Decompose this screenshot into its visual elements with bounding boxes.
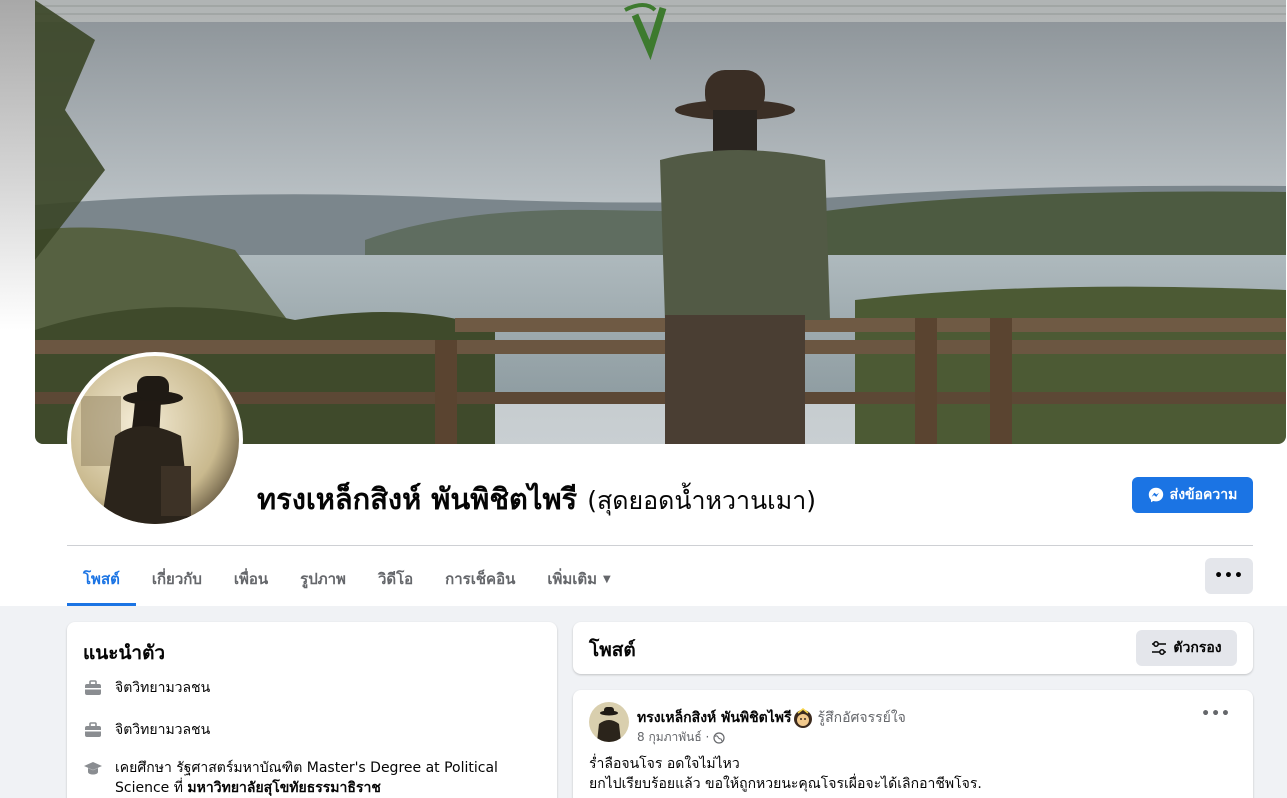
- tab-more-label: เพิ่มเติม: [547, 570, 598, 588]
- posts-header-card: โพสต์ ตัวกรอง: [573, 622, 1253, 674]
- post-options-icon: •••: [1201, 706, 1231, 722]
- post-card: ทรงเหล็กสิงห์ พันพิชิตไพรี รู้สึกอัศจรรย…: [573, 690, 1253, 798]
- send-message-label: ส่งข้อความ: [1169, 487, 1238, 503]
- post-options-button[interactable]: •••: [1201, 706, 1231, 722]
- caret-down-icon: ▼: [603, 573, 611, 585]
- cover-photo[interactable]: [35, 0, 1286, 444]
- intro-item-work: จิตวิทยามวลชน: [83, 678, 523, 698]
- filter-sliders-icon: [1152, 641, 1167, 655]
- tab-photos-label: รูปภาพ: [300, 570, 346, 588]
- header-divider: [67, 545, 1253, 546]
- intro-item-education: เคยศึกษา รัฐศาสตร์มหาบัณฑิต Master's Deg…: [83, 758, 523, 798]
- post-author-avatar[interactable]: [589, 702, 629, 742]
- post-date[interactable]: 8 กุมภาพันธ์ ·: [637, 728, 709, 747]
- tab-about[interactable]: เกี่ยวกับ: [136, 552, 218, 606]
- education-school-link[interactable]: มหาวิทยาลัยสุโขทัยธรรมาธิราช: [187, 780, 380, 796]
- posts-title: โพสต์: [589, 639, 636, 661]
- profile-name: ทรงเหล็กสิงห์ พันพิชิตไพรี (สุดยอดน้ำหวา…: [257, 476, 816, 522]
- more-options-icon: •••: [1214, 568, 1244, 584]
- tab-posts[interactable]: โพสต์: [67, 552, 136, 606]
- intro-title: แนะนำตัว: [83, 642, 166, 664]
- profile-name-text: ทรงเหล็กสิงห์ พันพิชิตไพรี: [257, 482, 578, 516]
- briefcase-icon: [85, 722, 101, 737]
- tab-posts-label: โพสต์: [83, 570, 120, 588]
- briefcase-icon: [85, 680, 101, 695]
- profile-picture[interactable]: [67, 352, 243, 528]
- globe-icon: [713, 731, 725, 744]
- intro-item-text: จิตวิทยามวลชน: [115, 722, 211, 738]
- post-feeling: รู้สึกอัศจรรย์ใจ: [817, 710, 906, 726]
- post-text-line: ร่ำลือจนโจร อดใจไม่ไหว: [589, 756, 740, 772]
- more-options-button[interactable]: •••: [1205, 558, 1253, 594]
- tab-friends-label: เพื่อน: [233, 570, 269, 588]
- filter-button[interactable]: ตัวกรอง: [1136, 630, 1237, 666]
- tab-videos-label: วิดีโอ: [377, 570, 414, 588]
- intro-item-text: เคยศึกษา รัฐศาสตร์มหาบัณฑิต Master's Deg…: [115, 758, 523, 798]
- profile-picture-image: [71, 356, 239, 524]
- post-text: ร่ำลือจนโจร อดใจไม่ไหว ยกไปเรียบร้อยแล้ว…: [589, 754, 982, 794]
- intro-card: แนะนำตัว จิตวิทยามวลชน จิตวิทยามวลชน เคย…: [67, 622, 557, 798]
- avatar: [589, 702, 629, 742]
- tab-about-label: เกี่ยวกับ: [151, 570, 202, 588]
- tab-friends[interactable]: เพื่อน: [218, 552, 284, 606]
- tab-check-ins-label: การเช็คอิน: [445, 570, 516, 588]
- post-meta: 8 กุมภาพันธ์ ·: [637, 728, 725, 747]
- tab-videos[interactable]: วิดีโอ: [362, 552, 429, 606]
- tab-more[interactable]: เพิ่มเติม ▼: [531, 552, 626, 606]
- filter-label: ตัวกรอง: [1173, 640, 1222, 656]
- intro-item-work: จิตวิทยามวลชน: [83, 720, 523, 740]
- post-text-line: ยกไปเรียบร้อยแล้ว ขอให้ถูกหวยนะคุณโจรเผื…: [589, 776, 982, 792]
- post-author-name[interactable]: ทรงเหล็กสิงห์ พันพิชิตไพรี: [637, 707, 792, 729]
- graduation-cap-icon: [84, 762, 102, 775]
- messenger-icon: [1148, 487, 1163, 503]
- tab-check-ins[interactable]: การเช็คอิน: [429, 552, 531, 606]
- feeling-emoji-icon: [793, 708, 812, 728]
- send-message-button[interactable]: ส่งข้อความ: [1132, 477, 1253, 513]
- intro-item-text: จิตวิทยามวลชน: [115, 680, 211, 696]
- post-author-line: ทรงเหล็กสิงห์ พันพิชิตไพรี รู้สึกอัศจรรย…: [637, 707, 906, 729]
- profile-alternate-name: (สุดยอดน้ำหวานเมา): [587, 486, 816, 515]
- tab-photos[interactable]: รูปภาพ: [284, 552, 362, 606]
- cover-photo-image: [35, 0, 1286, 444]
- profile-tabs: โพสต์ เกี่ยวกับ เพื่อน รูปภาพ วิดีโอ การ…: [67, 552, 627, 606]
- left-edge-gradient: [0, 0, 36, 330]
